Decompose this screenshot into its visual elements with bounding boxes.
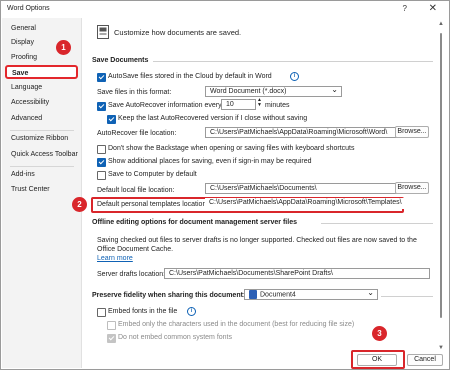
fidelity-document-value: Document4 xyxy=(260,291,296,299)
sidebar: General Display Proofing Save Language A… xyxy=(2,18,82,368)
sidebar-item-general[interactable]: General xyxy=(2,22,81,36)
sidebar-divider xyxy=(10,166,74,167)
browse-local-button[interactable]: Browse... xyxy=(395,182,429,194)
ok-button[interactable]: OK xyxy=(357,354,397,366)
help-icon[interactable]: ? xyxy=(403,4,407,13)
section-divider xyxy=(321,223,433,224)
embed-only-label: Embed only the characters used in the do… xyxy=(118,321,355,328)
sidebar-item-trust-center[interactable]: Trust Center xyxy=(2,183,81,197)
browse-autorecover-button[interactable]: Browse... xyxy=(395,126,429,138)
sidebar-divider xyxy=(10,130,74,131)
title-bar: Word Options ? ✕ xyxy=(1,1,449,19)
window-title: Word Options xyxy=(7,5,50,12)
embed-fonts-checkbox[interactable] xyxy=(97,308,106,317)
scrollbar[interactable]: ▲ ▼ xyxy=(437,21,445,351)
word-document-icon xyxy=(249,290,257,299)
drafts-location-input[interactable]: C:\Users\PatMichaels\Documents\SharePoin… xyxy=(164,268,430,279)
callout-1: 1 xyxy=(56,40,71,55)
offline-notice: Saving checked out files to server draft… xyxy=(97,237,417,253)
sidebar-item-customize-ribbon[interactable]: Customize Ribbon xyxy=(2,132,81,146)
fidelity-document-select[interactable]: Document4 xyxy=(244,289,378,300)
save-to-computer-label: Save to Computer by default xyxy=(108,171,197,178)
info-icon[interactable]: i xyxy=(290,72,299,81)
section-save-documents: Save Documents xyxy=(92,57,149,64)
templates-location-input[interactable]: C:\Users\PatMichaels\AppData\Roaming\Mic… xyxy=(205,198,430,209)
default-local-input[interactable]: C:\Users\PatMichaels\Documents\ xyxy=(205,183,420,194)
sidebar-item-advanced[interactable]: Advanced xyxy=(2,112,81,126)
sidebar-item-quick-access-toolbar[interactable]: Quick Access Toolbar xyxy=(2,148,81,162)
scroll-thumb[interactable] xyxy=(440,33,442,318)
save-format-select[interactable]: Word Document (*.docx) xyxy=(205,86,342,97)
autosave-label: AutoSave files stored in the Cloud by de… xyxy=(108,73,272,80)
sidebar-item-add-ins[interactable]: Add-ins xyxy=(2,168,81,182)
dont-show-backstage-checkbox[interactable] xyxy=(97,145,106,154)
section-offline-editing: Offline editing options for document man… xyxy=(92,219,297,226)
show-additional-checkbox[interactable] xyxy=(97,158,106,167)
embed-only-checkbox[interactable] xyxy=(107,321,116,330)
save-to-computer-checkbox[interactable] xyxy=(97,171,106,180)
minutes-label: minutes xyxy=(265,102,290,109)
minutes-stepper[interactable]: ▲ ▼ xyxy=(257,98,262,108)
section-divider xyxy=(153,61,433,62)
close-icon[interactable]: ✕ xyxy=(429,3,437,14)
no-common-fonts-label: Do not embed common system fonts xyxy=(118,334,232,341)
section-preserve-fidelity: Preserve fidelity when sharing this docu… xyxy=(92,292,246,299)
sidebar-item-proofing[interactable]: Proofing xyxy=(2,51,81,65)
drafts-label: Server drafts location: xyxy=(97,271,166,278)
callout-2: 2 xyxy=(72,197,87,212)
autorecover-location-label: AutoRecover file location: xyxy=(97,130,177,137)
cancel-button[interactable]: Cancel xyxy=(407,354,443,366)
info-icon[interactable]: i xyxy=(187,307,196,316)
word-options-dialog: Word Options ? ✕ General Display Proofin… xyxy=(0,0,450,370)
format-label: Save files in this format: xyxy=(97,89,172,96)
embed-fonts-label: Embed fonts in the file xyxy=(108,308,178,315)
autorecover-minutes-input[interactable]: 10 xyxy=(221,99,256,110)
show-additional-label: Show additional places for saving, even … xyxy=(108,158,312,165)
autorecover-label: Save AutoRecover information every xyxy=(108,102,222,109)
keep-last-label: Keep the last AutoRecovered version if I… xyxy=(118,115,308,122)
callout-3: 3 xyxy=(372,326,387,341)
learn-more-link[interactable]: Learn more xyxy=(97,255,133,262)
autorecover-location-input[interactable]: C:\Users\PatMichaels\AppData\Roaming\Mic… xyxy=(205,127,420,138)
sidebar-item-save[interactable]: Save xyxy=(5,65,78,79)
autosave-checkbox[interactable] xyxy=(97,73,106,82)
scroll-up-icon[interactable]: ▲ xyxy=(438,21,444,27)
templates-label: Default personal templates location: xyxy=(97,201,209,208)
dont-show-backstage-label: Don't show the Backstage when opening or… xyxy=(108,145,355,152)
default-local-label: Default local file location: xyxy=(97,187,175,194)
page-header: Customize how documents are saved. xyxy=(114,28,242,37)
no-common-fonts-checkbox[interactable] xyxy=(107,334,116,343)
sidebar-item-language[interactable]: Language xyxy=(2,81,81,95)
keep-last-checkbox[interactable] xyxy=(107,115,116,124)
save-document-icon xyxy=(97,25,109,39)
section-divider xyxy=(381,296,433,297)
autorecover-checkbox[interactable] xyxy=(97,102,106,111)
scroll-down-icon[interactable]: ▼ xyxy=(438,345,444,351)
sidebar-item-accessibility[interactable]: Accessibility xyxy=(2,96,81,110)
